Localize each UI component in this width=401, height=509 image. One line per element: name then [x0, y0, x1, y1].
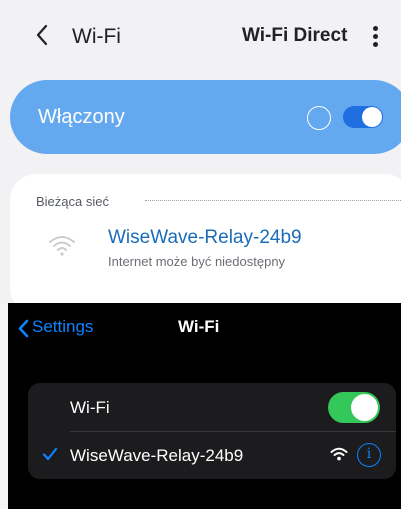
- network-status: Internet może być niedostępny: [108, 254, 286, 269]
- dotted-divider: [145, 200, 401, 201]
- nav-title: Wi-Fi: [178, 317, 220, 336]
- network-name: WiseWave-Relay-24b9: [70, 446, 244, 465]
- wifi-toggle[interactable]: [343, 106, 383, 128]
- page-title: Wi-Fi: [72, 25, 121, 48]
- chevron-left-icon: [18, 319, 29, 338]
- wifi-toggle[interactable]: [328, 392, 380, 423]
- wifi-icon: [48, 234, 76, 256]
- circle-icon: [307, 106, 331, 130]
- checkmark-icon: [42, 447, 58, 461]
- back-button[interactable]: [34, 20, 58, 52]
- current-network-card: Bieżąca sieć WiseWave-Relay-24b9 Interne…: [10, 174, 401, 303]
- toggle-knob: [351, 394, 378, 421]
- connected-network-row[interactable]: WiseWave-Relay-24b9 i: [28, 432, 396, 479]
- back-label: Settings: [32, 317, 94, 336]
- wifi-icon: [330, 447, 348, 461]
- section-header: Bieżąca sieć: [36, 194, 109, 209]
- wifi-settings-group: Wi-Fi WiseWave-Relay-24b9 i: [28, 383, 396, 479]
- android-wifi-screen: Wi-Fi Wi-Fi Direct Włączony Bieżąca sieć…: [0, 0, 401, 303]
- ios-wifi-screen: Settings Wi-Fi Wi-Fi WiseWave-Relay-24b9…: [8, 303, 401, 509]
- info-icon[interactable]: i: [357, 443, 381, 467]
- toggle-knob: [362, 107, 382, 127]
- chevron-left-icon: [36, 24, 48, 46]
- wifi-toggle-row: Wi-Fi: [28, 383, 396, 431]
- android-header: Wi-Fi Wi-Fi Direct: [0, 0, 401, 74]
- master-switch-label: Włączony: [38, 106, 125, 128]
- current-network-ssid[interactable]: WiseWave-Relay-24b9: [108, 227, 302, 249]
- wifi-label: Wi-Fi: [70, 398, 110, 417]
- more-options-button[interactable]: [366, 24, 386, 50]
- wifi-master-switch-row[interactable]: Włączony: [10, 80, 401, 154]
- wifi-direct-button[interactable]: Wi-Fi Direct: [242, 25, 347, 47]
